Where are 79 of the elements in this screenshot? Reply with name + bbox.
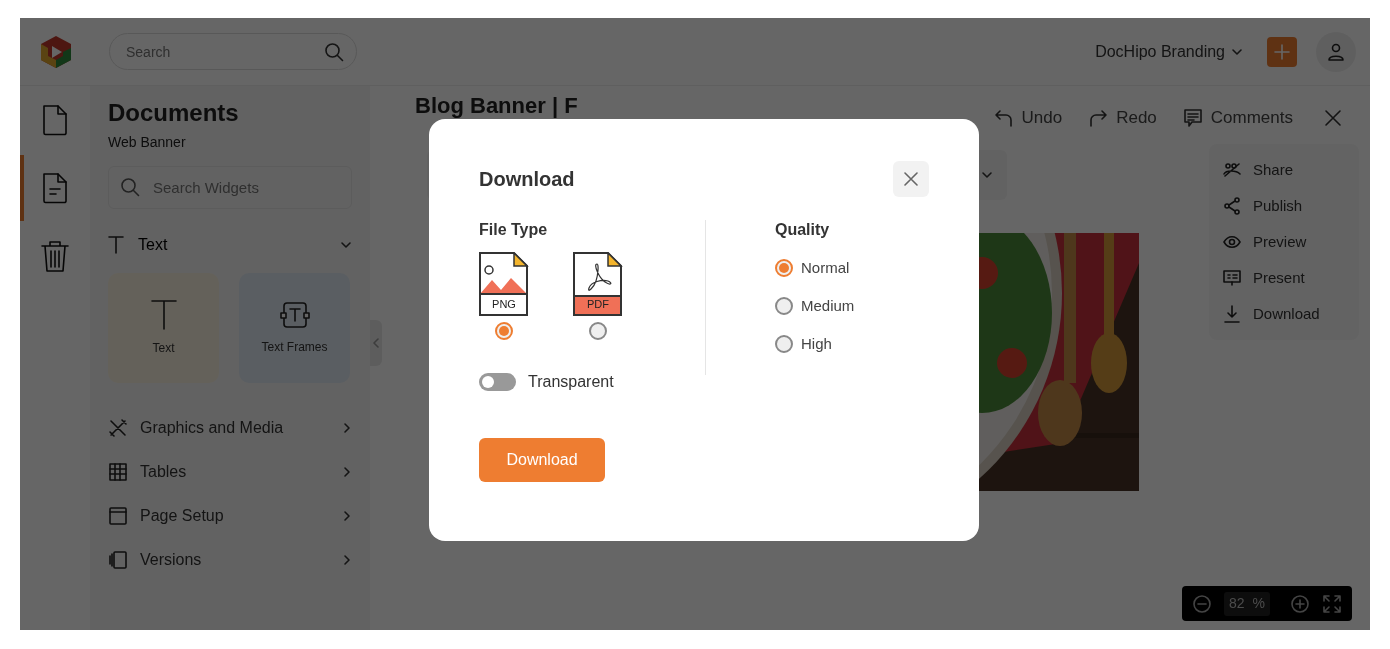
comment-icon bbox=[1182, 108, 1203, 128]
panel-menu-item[interactable]: Tables bbox=[108, 459, 352, 485]
pdf-file-icon: PDF bbox=[573, 252, 623, 316]
radio-button[interactable] bbox=[775, 259, 793, 277]
radio-label: Medium bbox=[801, 295, 855, 316]
chevron-right-icon bbox=[342, 510, 352, 522]
workspace-dropdown[interactable]: DocHipo Branding bbox=[1095, 39, 1243, 64]
panel-menu-item[interactable]: Page Setup bbox=[108, 503, 352, 529]
search-icon bbox=[324, 42, 344, 62]
plus-icon bbox=[1273, 42, 1291, 61]
undo-arrow-icon bbox=[993, 108, 1014, 128]
panel-subtitle: Web Banner bbox=[108, 133, 187, 152]
toolbar-button[interactable]: Redo bbox=[1088, 105, 1157, 131]
menu-item[interactable]: Share bbox=[1223, 152, 1345, 188]
zoom-out-button[interactable] bbox=[1192, 593, 1212, 614]
share-nodes-icon bbox=[1223, 197, 1241, 215]
toolbar-button[interactable]: Undo bbox=[993, 105, 1063, 131]
close-button[interactable] bbox=[1324, 109, 1342, 127]
letter-t-icon bbox=[149, 299, 178, 331]
widget-card[interactable]: Text Frames bbox=[239, 273, 350, 383]
panel-menu-item[interactable]: Versions bbox=[108, 547, 352, 573]
plus-circle-icon bbox=[1290, 593, 1310, 614]
download-button[interactable]: Download bbox=[479, 438, 605, 482]
letter-t-icon bbox=[108, 236, 124, 254]
section-heading: Quality bbox=[775, 220, 831, 240]
chevron-right-icon bbox=[342, 422, 352, 434]
toolbar-button[interactable]: Comments bbox=[1182, 105, 1293, 131]
table-icon bbox=[108, 462, 128, 482]
add-button[interactable] bbox=[1267, 36, 1297, 67]
profile-button[interactable] bbox=[1316, 31, 1356, 72]
window-icon bbox=[108, 506, 128, 526]
panel-title: Documents bbox=[108, 98, 240, 128]
chevron-down-icon bbox=[981, 169, 993, 181]
radio-button[interactable] bbox=[775, 335, 793, 353]
document-title: Blog Banner | F bbox=[415, 93, 578, 119]
radio-label: Normal bbox=[801, 257, 850, 278]
menu-item[interactable]: Download bbox=[1223, 296, 1345, 332]
close-button[interactable] bbox=[893, 161, 929, 197]
toggle-switch[interactable] bbox=[479, 373, 516, 391]
close-icon bbox=[1324, 109, 1342, 127]
close-icon bbox=[904, 172, 918, 186]
text-frame-icon bbox=[279, 300, 310, 330]
presentation-icon bbox=[1223, 270, 1241, 286]
logo-icon bbox=[38, 33, 74, 70]
user-icon bbox=[1326, 41, 1346, 62]
zoom-value: 82 bbox=[1229, 594, 1245, 613]
menu-item[interactable]: Present bbox=[1223, 260, 1345, 296]
chevron-right-icon bbox=[342, 466, 352, 478]
collapse-handle[interactable] bbox=[370, 320, 382, 366]
dialog-title: Download bbox=[479, 167, 575, 191]
document-icon bbox=[41, 172, 69, 204]
zoom-unit: % bbox=[1252, 594, 1265, 613]
radio-button[interactable] bbox=[495, 322, 513, 340]
radio-button[interactable] bbox=[775, 297, 793, 315]
image-file-icon: PNG bbox=[479, 252, 529, 316]
trash-icon bbox=[40, 239, 70, 273]
radio-button[interactable] bbox=[589, 322, 607, 340]
expand-icon bbox=[1322, 593, 1342, 614]
chevron-left-icon bbox=[373, 338, 379, 348]
file-icon bbox=[41, 104, 69, 136]
toggle-label: Transparent bbox=[528, 372, 614, 392]
menu-item[interactable]: Publish bbox=[1223, 188, 1345, 224]
redo-arrow-icon bbox=[1088, 108, 1109, 128]
radio-label: High bbox=[801, 333, 832, 354]
fullscreen-button[interactable] bbox=[1322, 593, 1342, 614]
menu-item[interactable]: Preview bbox=[1223, 224, 1345, 260]
zoom-in-button[interactable] bbox=[1290, 593, 1310, 614]
chevron-down-icon bbox=[340, 239, 352, 251]
download-icon bbox=[1223, 305, 1241, 323]
section-header[interactable]: Text bbox=[108, 233, 352, 257]
panel-menu-item[interactable]: Graphics and Media bbox=[108, 415, 352, 441]
stacked-pages-icon bbox=[108, 550, 128, 570]
widget-card[interactable]: Text bbox=[108, 273, 219, 383]
zoom-field[interactable]: 82 % bbox=[1224, 591, 1270, 616]
chevron-right-icon bbox=[342, 554, 352, 566]
minus-circle-icon bbox=[1192, 593, 1212, 614]
share-people-icon bbox=[1223, 162, 1241, 178]
eye-icon bbox=[1223, 235, 1241, 249]
section-heading: File Type bbox=[479, 220, 549, 240]
